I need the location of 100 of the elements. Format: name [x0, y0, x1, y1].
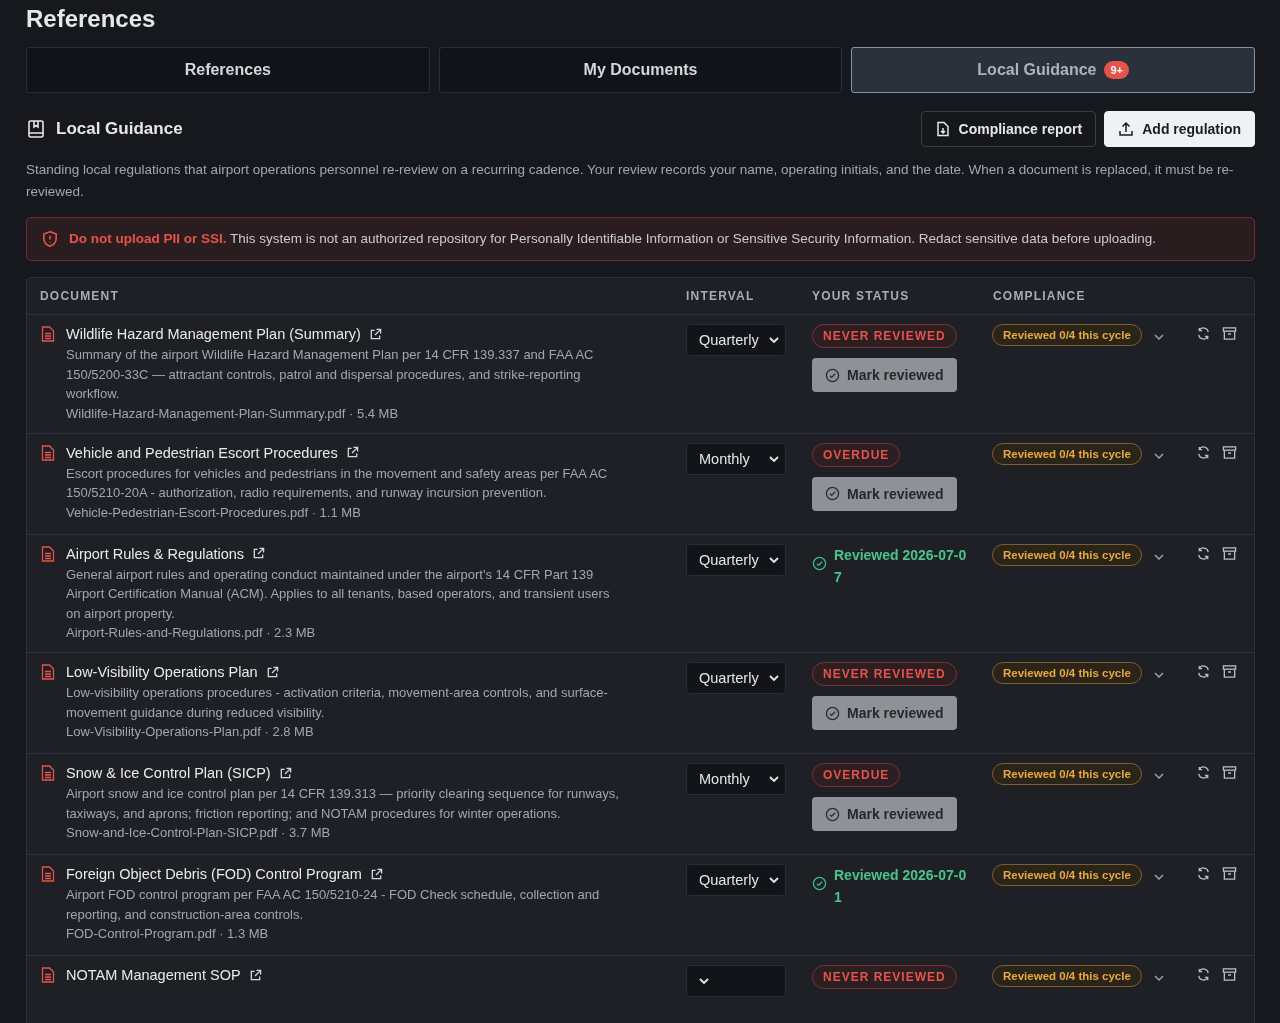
chevron-down-icon — [699, 978, 709, 984]
chevron-down-icon[interactable] — [1153, 975, 1164, 981]
refresh-icon[interactable] — [1196, 664, 1211, 679]
external-link-icon[interactable] — [368, 327, 382, 341]
document-title[interactable]: NOTAM Management SOP — [66, 965, 241, 985]
section-description: Standing local regulations that airport operations personnel re-review on a recurring cadence. Your review records your name, operating initials, and the date. When a document is replaced, it must be re-reviewed. — [26, 161, 1235, 201]
interval-select[interactable]: Quarterly — [686, 662, 786, 694]
external-link-icon[interactable] — [252, 547, 266, 560]
chevron-down-icon — [769, 556, 779, 563]
document-title[interactable]: Foreign Object Debris (FOD) Control Program — [66, 864, 362, 884]
document-icon — [41, 444, 55, 461]
archive-icon[interactable] — [1222, 765, 1237, 780]
archive-icon[interactable] — [1222, 664, 1237, 679]
tab[interactable]: My Documents — [438, 47, 843, 93]
document-description: Airport snow and ice control plan per 14 CFR 139.313 — priority clearing sequence for runways, taxiways, and aprons; friction reporting; and NOTAM procedures for winter operations. — [66, 785, 620, 823]
document-description: Low-visibility operations procedures - activation criteria, movement-area controls, and surface-movement guidance during reduced visibility. — [66, 684, 609, 722]
warning-text: Do not upload PII or SSI. This system is not an authorized repository for Personally Identifiable Information or Sensitive Security Information. Redact sensitive data before uploading. — [69, 230, 1156, 248]
compliance-badge: Reviewed 0/4 this cycle — [992, 442, 1142, 465]
interval-select[interactable]: Quarterly — [686, 543, 786, 576]
report-button[interactable]: Compliance report — [920, 111, 1097, 147]
status-badge: NEVER REVIEWED — [812, 965, 957, 989]
interval-select[interactable]: Monthly — [686, 442, 786, 475]
external-link-icon[interactable] — [345, 446, 359, 459]
tab[interactable]: References — [26, 47, 430, 93]
check-circle-icon — [825, 367, 840, 383]
refresh-icon[interactable] — [1196, 866, 1211, 881]
document-description: Summary of the airport Wildlife Hazard Management Plan per 14 CFR 139.337 and FAA AC 150/5200-33C — attractant controls, patrol and dispersal procedures, and strike-reporting workflow. — [66, 346, 595, 403]
check-circle-icon — [825, 806, 840, 822]
archive-icon[interactable] — [1222, 444, 1237, 460]
document-title[interactable]: Wildlife Hazard Management Plan (Summary) — [66, 324, 361, 344]
interval-select[interactable]: Quarterly — [686, 324, 786, 356]
chevron-down-icon[interactable] — [1153, 672, 1164, 678]
file-info: Wildlife-Hazard-Management-Plan-Summary.pdf · 5.4 MB — [66, 404, 400, 423]
check-circle-icon — [825, 486, 840, 501]
mark-reviewed-button[interactable]: Mark reviewed — [812, 696, 957, 730]
chevron-down-icon[interactable] — [1153, 334, 1164, 340]
file-info: Snow-and-Ice-Control-Plan-SICP.pdf · 3.7 MB — [66, 824, 332, 842]
chevron-down-icon — [769, 776, 779, 782]
shield-icon — [41, 230, 59, 248]
archive-icon[interactable] — [1222, 326, 1237, 341]
check-circle-icon — [812, 876, 827, 891]
file-info: FOD-Control-Program.pdf · 1.3 MB — [66, 925, 270, 943]
compliance-badge: Reviewed 0/4 this cycle — [992, 662, 1142, 684]
archive-icon[interactable] — [1222, 967, 1237, 982]
document-description: General airport rules and operating conduct maintained under the airport's 14 CFR Part 139 Airport Certification Manual (ACM). Applies to all tenants, based operators, and transient users on airport property. — [66, 565, 611, 623]
reviewed-status: Reviewed 2026-07-07 — [834, 545, 968, 587]
refresh-icon[interactable] — [1196, 326, 1211, 341]
document-title[interactable]: Airport Rules & Regulations — [66, 543, 245, 564]
status-badge: OVERDUE — [812, 442, 901, 467]
compliance-badge: Reviewed 0/4 this cycle — [992, 324, 1142, 346]
chevron-down-icon — [769, 455, 779, 462]
document-description: Escort procedures for vehicles and pedestrians in the movement and safety areas per FAA AC 150/5210-20A - authorization, radio requirements, and runway incursion prevention. — [66, 464, 609, 502]
external-link-icon[interactable] — [369, 867, 383, 881]
external-link-icon[interactable] — [265, 665, 279, 679]
section-title: Local Guidance — [56, 119, 183, 139]
document-title[interactable]: Low-Visibility Operations Plan — [66, 662, 258, 682]
mark-reviewed-button[interactable]: Mark reviewed — [812, 797, 957, 831]
chevron-down-icon[interactable] — [1153, 553, 1164, 560]
tab[interactable]: Local Guidance 9+ — [851, 47, 1255, 93]
chevron-down-icon — [769, 337, 779, 343]
document-icon — [41, 545, 55, 562]
archive-icon[interactable] — [1222, 545, 1237, 561]
refresh-icon[interactable] — [1196, 545, 1211, 561]
document-icon — [41, 967, 55, 983]
file-info: Airport-Rules-and-Regulations.pdf · 2.3 MB — [66, 624, 317, 642]
document-icon — [41, 866, 55, 882]
document-description: Airport FOD control program per FAA AC 150/5210-24 - FOD Check schedule, collection and reporting, and construction-area controls. — [66, 886, 601, 924]
mark-reviewed-button[interactable]: Mark reviewed — [812, 358, 957, 392]
file-info: Vehicle-Pedestrian-Escort-Procedures.pdf · 1.1 MB — [66, 503, 362, 522]
refresh-icon[interactable] — [1196, 765, 1211, 780]
external-link-icon[interactable] — [248, 968, 262, 982]
column-header: INTERVAL — [685, 289, 756, 303]
refresh-icon[interactable] — [1196, 967, 1211, 982]
interval-select[interactable]: Quarterly — [686, 864, 786, 896]
file-info: Low-Visibility-Operations-Plan.pdf · 2.8 MB — [66, 723, 315, 741]
add-button[interactable]: Add regulation — [1104, 111, 1255, 147]
check-circle-icon — [825, 705, 840, 721]
refresh-icon[interactable] — [1196, 444, 1211, 460]
document-title[interactable]: Snow & Ice Control Plan (SICP) — [66, 763, 271, 783]
chevron-down-icon[interactable] — [1153, 452, 1164, 459]
document-icon — [41, 326, 55, 342]
file-download-icon — [934, 121, 951, 137]
interval-select[interactable]: Monthly — [686, 763, 786, 795]
archive-icon[interactable] — [1222, 866, 1237, 881]
external-link-icon[interactable] — [278, 766, 292, 780]
compliance-badge: Reviewed 0/4 this cycle — [992, 864, 1142, 886]
status-badge: OVERDUE — [812, 763, 901, 787]
document-title[interactable]: Vehicle and Pedestrian Escort Procedures — [66, 442, 338, 463]
compliance-badge: Reviewed 0/4 this cycle — [992, 543, 1142, 566]
column-header: DOCUMENT — [39, 289, 120, 303]
mark-reviewed-button[interactable]: Mark reviewed — [812, 476, 957, 511]
book-icon — [26, 119, 46, 139]
reviewed-status: Reviewed 2026-07-01 — [834, 866, 968, 907]
chevron-down-icon[interactable] — [1153, 773, 1164, 779]
upload-icon — [1118, 121, 1135, 137]
chevron-down-icon[interactable] — [1153, 874, 1164, 880]
count-badge: 9+ — [1104, 61, 1129, 79]
status-badge: NEVER REVIEWED — [812, 324, 957, 348]
chevron-down-icon — [769, 675, 779, 681]
page-title: References — [26, 4, 157, 34]
